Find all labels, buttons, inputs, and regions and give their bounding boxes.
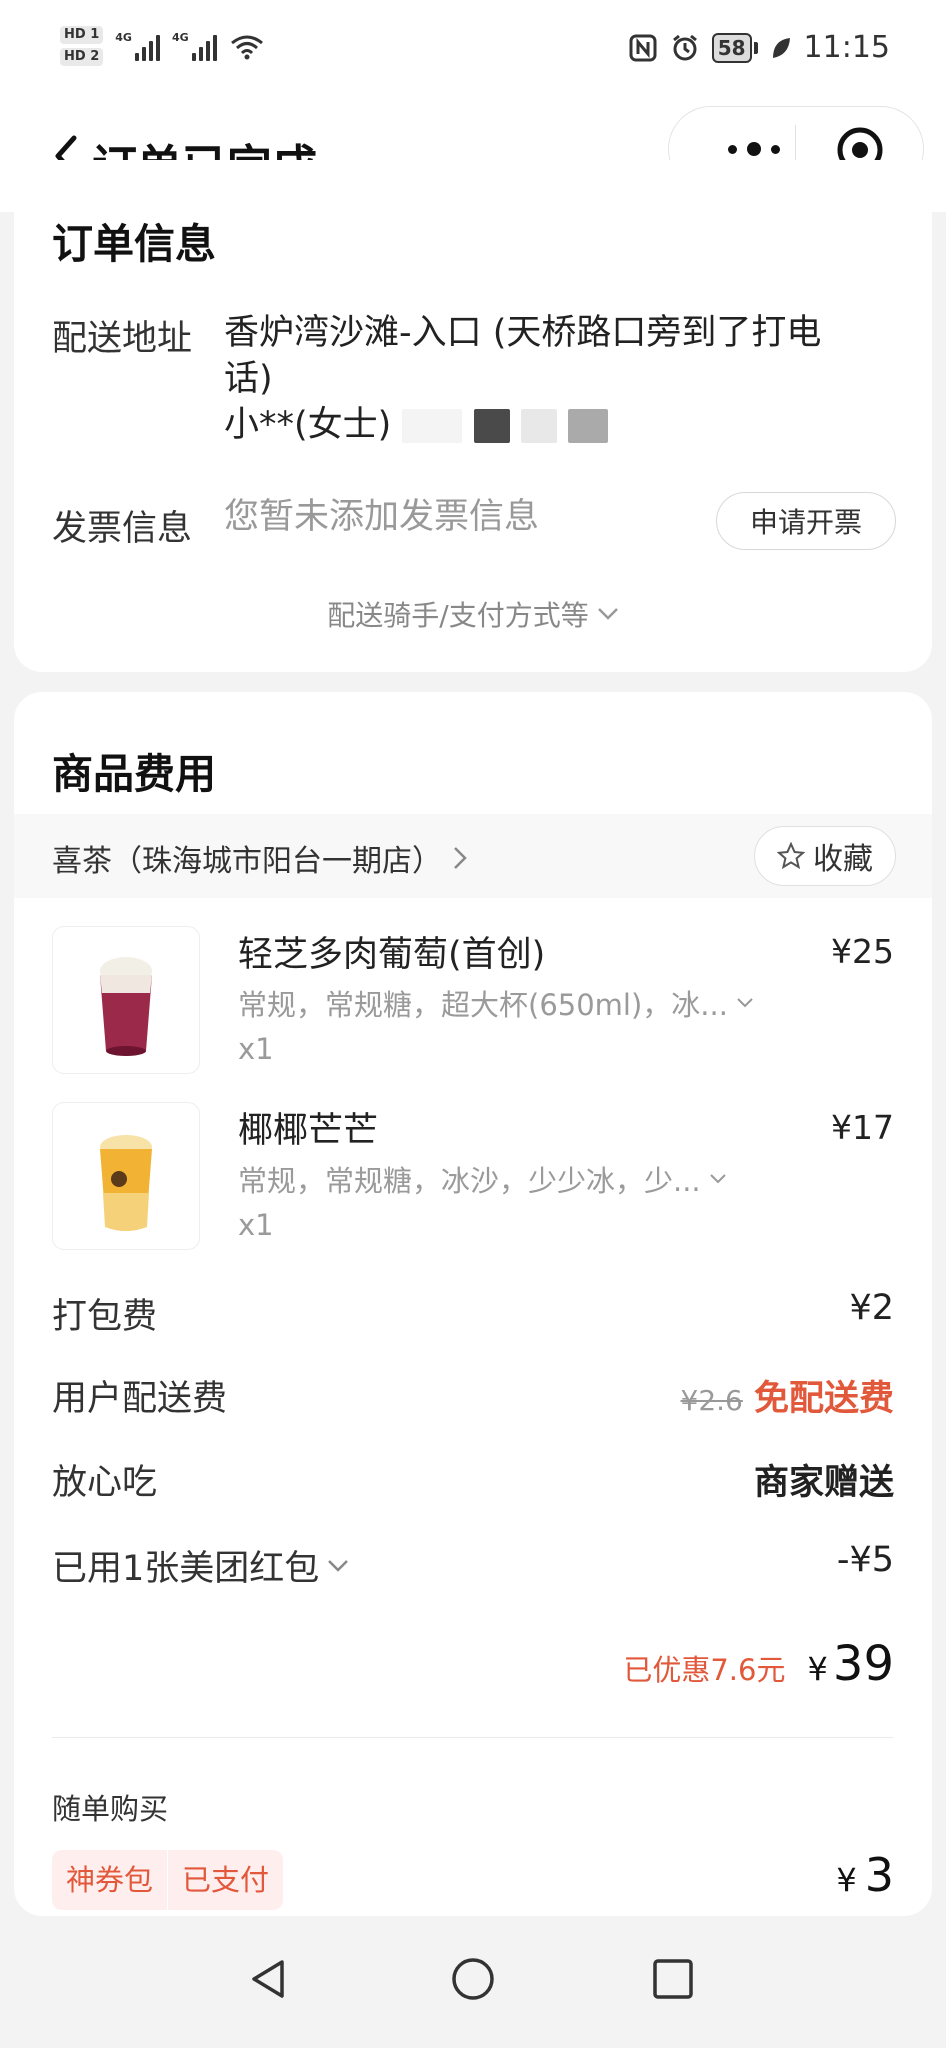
red-packet-label: 已用1张美团红包 <box>52 1549 320 1589</box>
order-info-card: 订单信息 配送地址 香炉湾沙滩-入口 (天桥路口旁到了打电 话) 小**(女士)… <box>14 160 932 672</box>
address-label: 配送地址 <box>52 319 193 359</box>
product-qty: x1 <box>238 1208 274 1242</box>
signal-1-icon: 4G <box>115 31 160 61</box>
delivery-fee-original: ¥2.6 <box>680 1384 743 1417</box>
chevron-right-icon <box>454 847 467 869</box>
hd-indicators: HD 1 HD 2 <box>60 26 104 66</box>
product-item[interactable]: 椰椰芒芒 常规，常规糖，冰沙，少少冰，少... x1 ¥17 <box>52 1102 894 1250</box>
shop-link[interactable]: 喜茶（珠海城市阳台一期店） <box>52 836 468 880</box>
apply-invoice-button[interactable]: 申请开票 <box>716 492 896 550</box>
system-nav-bar <box>0 1916 946 2048</box>
system-recents-icon[interactable] <box>650 1956 696 2002</box>
system-home-icon[interactable] <box>450 1956 496 2002</box>
dot-icon <box>771 144 780 154</box>
add-on-price: ¥ 3 <box>836 1848 894 1902</box>
contact-name: 小**(女士) <box>224 405 392 445</box>
packing-fee-value: ¥2 <box>849 1288 894 1328</box>
invoice-value: 您暂未添加发票信息 <box>224 497 540 537</box>
packing-fee-row: 打包费 ¥2 <box>52 1288 894 1338</box>
alarm-icon <box>672 34 697 60</box>
chevron-down-icon <box>597 608 618 620</box>
fees-card: 商品费用 喜茶（珠海城市阳台一期店） 收藏 轻芝多肉葡萄(首创) 常规，常规糖，… <box>14 692 932 1916</box>
system-back-icon[interactable] <box>246 1956 292 2002</box>
product-spec-text: 常规，常规糖，超大杯(650ml)，冰... <box>238 988 728 1022</box>
total-currency: ¥ <box>807 1650 828 1688</box>
expand-details-link[interactable]: 配送骑手/支付方式等 <box>14 594 932 634</box>
product-spec[interactable]: 常规，常规糖，超大杯(650ml)，冰... <box>238 982 754 1024</box>
chevron-down-icon <box>737 998 753 1008</box>
red-packet-value: -¥5 <box>836 1540 894 1580</box>
drink-cup-image <box>100 1135 152 1231</box>
delivery-fee-row: 用户配送费 ¥2.6 免配送费 <box>52 1370 894 1420</box>
battery-icon: 58 <box>711 32 758 63</box>
add-on-title: 随单购买 <box>52 1792 169 1826</box>
contact-row: 小**(女士) <box>224 402 821 448</box>
drink-cup-image <box>100 957 152 1056</box>
product-qty: x1 <box>238 1032 274 1066</box>
delivery-fee-label: 用户配送费 <box>52 1379 228 1419</box>
chevron-down-icon <box>709 1174 726 1184</box>
status-left: HD 1 HD 2 4G 4G <box>60 26 265 66</box>
product-spec-text: 常规，常规糖，冰沙，少少冰，少... <box>238 1164 701 1198</box>
product-item[interactable]: 轻芝多肉葡萄(首创) 常规，常规糖，超大杯(650ml)，冰... x1 ¥25 <box>52 926 894 1074</box>
chevron-down-icon <box>328 1559 349 1572</box>
status-right: 58 11:15 <box>628 30 890 65</box>
add-on-currency: ¥ <box>836 1861 857 1899</box>
redacted-phone-blur <box>473 409 510 443</box>
total-amount: 39 <box>832 1636 894 1692</box>
order-summary: 已优惠7.6元 ¥ 39 <box>52 1636 894 1696</box>
status-bar: HD 1 HD 2 4G 4G 58 11:15 <box>0 0 946 110</box>
product-price: ¥17 <box>831 1108 894 1147</box>
wifi-icon <box>230 35 263 60</box>
product-price: ¥25 <box>831 932 894 971</box>
address-value: 香炉湾沙滩-入口 (天桥路口旁到了打电 话) 小**(女士) <box>224 310 821 448</box>
address-line-1: 香炉湾沙滩-入口 (天桥路口旁到了打电 <box>224 313 822 353</box>
net-type-1: 4G <box>115 31 132 44</box>
leaf-icon <box>772 37 790 58</box>
red-packet-label-group: 已用1张美团红包 <box>52 1540 349 1591</box>
product-name: 椰椰芒芒 <box>238 1111 379 1151</box>
saved-amount: 已优惠7.6元 <box>623 1653 786 1687</box>
safe-eat-row: 放心吃 商家赠送 <box>52 1454 894 1504</box>
product-image <box>52 926 200 1074</box>
signal-2-icon: 4G <box>172 31 217 61</box>
invoice-label: 发票信息 <box>52 509 193 549</box>
total-price: ¥ 39 <box>807 1636 894 1692</box>
expand-details-label: 配送骑手/支付方式等 <box>327 599 589 632</box>
safe-eat-label: 放心吃 <box>52 1463 158 1503</box>
delivery-fee-free: 免配送费 <box>753 1379 894 1419</box>
add-on-amount: 3 <box>864 1848 894 1902</box>
coupon-pack-tag: 神券包 <box>66 1863 154 1897</box>
order-info-title: 订单信息 <box>52 220 216 268</box>
paid-tag: 已支付 <box>182 1863 270 1897</box>
nfc-icon <box>629 34 657 61</box>
product-name: 轻芝多肉葡萄(首创) <box>238 935 546 975</box>
address-line-2: 话) <box>224 359 273 399</box>
red-packet-row[interactable]: 已用1张美团红包 -¥5 <box>52 1540 894 1590</box>
product-image <box>52 1102 200 1250</box>
add-on-tags: 神券包 已支付 <box>52 1850 284 1910</box>
shop-name: 喜茶（珠海城市阳台一期店） <box>52 844 442 879</box>
clock: 11:15 <box>803 30 890 65</box>
dot-icon <box>747 142 761 156</box>
battery-level: 58 <box>711 32 752 63</box>
product-spec[interactable]: 常规，常规糖，冰沙，少少冰，少... <box>238 1158 727 1200</box>
divider <box>52 1737 894 1738</box>
redacted-phone-blur <box>520 409 557 443</box>
packing-fee-label: 打包费 <box>52 1297 158 1337</box>
redacted-phone-blur <box>567 409 608 443</box>
safe-eat-value: 商家赠送 <box>753 1463 894 1503</box>
hd2-badge: HD 2 <box>60 48 104 66</box>
dot-icon <box>728 144 737 154</box>
delivery-fee-value: ¥2.6 免配送费 <box>681 1370 895 1421</box>
star-icon <box>777 842 805 870</box>
favorite-label: 收藏 <box>813 842 873 877</box>
redacted-phone-blur <box>402 409 463 443</box>
net-type-2: 4G <box>171 31 189 44</box>
favorite-button[interactable]: 收藏 <box>754 826 896 886</box>
fees-title: 商品费用 <box>52 750 216 798</box>
hd1-badge: HD 1 <box>60 26 104 44</box>
